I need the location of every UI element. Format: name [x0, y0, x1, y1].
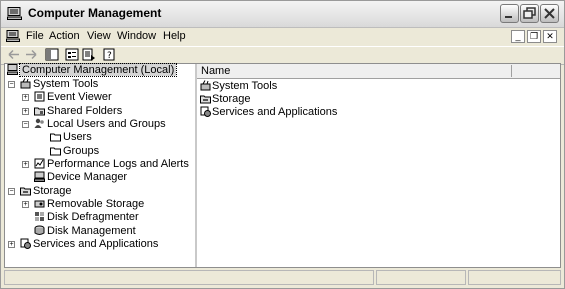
device-manager-icon [34, 171, 45, 182]
help-icon[interactable]: ? [103, 48, 117, 61]
export-list-icon[interactable] [82, 48, 96, 61]
menu-help[interactable]: Help [163, 30, 186, 42]
folder-icon [50, 147, 61, 156]
list-item-label: System Tools [212, 80, 278, 92]
mdi-close-button[interactable]: ✕ [543, 30, 557, 43]
menu-view[interactable]: View [87, 30, 111, 42]
menu-window[interactable]: Window [117, 30, 156, 42]
expand-toggle[interactable]: + [22, 201, 29, 208]
expand-toggle[interactable]: + [8, 241, 15, 248]
tree-item-label: Device Manager [47, 171, 128, 183]
tree-item-label: Shared Folders [47, 105, 123, 117]
restore-icon [523, 7, 536, 19]
name-column-header[interactable]: Name [197, 64, 560, 79]
defragmenter-icon [35, 212, 44, 221]
restore-icon: ❐ [529, 31, 539, 41]
tree-item-label: Groups [63, 145, 100, 157]
disk-management-icon [34, 225, 45, 235]
title-bar[interactable]: Computer Management [1, 1, 564, 28]
tree-item-label: Computer Management (Local) [18, 63, 178, 77]
details-pane: Name System Tools Storage Services and A… [197, 64, 560, 267]
shared-folder-icon [34, 107, 45, 116]
removable-storage-icon [34, 200, 45, 208]
tree-item-label: Event Viewer [47, 91, 112, 103]
properties-icon[interactable] [65, 48, 79, 61]
minimize-icon: _ [515, 31, 521, 41]
status-bar [4, 270, 561, 287]
back-arrow-icon[interactable] [7, 48, 21, 61]
menu-file[interactable]: File [26, 30, 44, 42]
expand-toggle[interactable]: + [22, 161, 29, 168]
tree-item-label: Users [63, 131, 92, 143]
svg-text:?: ? [107, 51, 112, 61]
maximize-button[interactable] [520, 4, 539, 23]
users-group-icon [34, 118, 44, 128]
tree-item-label: Disk Defragmenter [47, 211, 139, 223]
expand-toggle[interactable]: + [22, 108, 29, 115]
show-hide-tree-icon[interactable] [45, 48, 59, 61]
computer-icon[interactable] [6, 30, 20, 42]
main-panes: Computer Management (Local) − System Too… [4, 63, 561, 268]
storage-icon [200, 95, 211, 104]
list-item-label: Services and Applications [212, 106, 338, 118]
close-button[interactable] [540, 4, 559, 23]
tree-item-label: Performance Logs and Alerts [47, 158, 189, 170]
column-header-label: Name [201, 65, 231, 77]
close-icon: ✕ [546, 31, 554, 41]
mdi-minimize-button[interactable]: _ [511, 30, 525, 43]
computer-icon [7, 64, 18, 75]
event-viewer-icon [34, 91, 45, 102]
mdi-restore-button[interactable]: ❐ [527, 30, 541, 43]
menu-bar: File Action View Window Help _ ❐ ✕ [1, 28, 564, 45]
folder-icon [50, 133, 61, 142]
minimize-icon [505, 16, 512, 18]
collapse-toggle[interactable]: − [8, 188, 15, 195]
collapse-toggle[interactable]: − [22, 121, 29, 128]
tree-item-label: Local Users and Groups [47, 118, 166, 130]
computer-management-window: Computer Management File Action View Win… [0, 0, 565, 289]
list-item-label: Storage [212, 93, 251, 105]
status-panel-2 [376, 270, 466, 285]
computer-icon [7, 7, 22, 20]
tree-item-label: Disk Management [47, 225, 136, 237]
expand-toggle[interactable]: + [22, 94, 29, 101]
storage-icon [20, 187, 31, 196]
tree-item-label: Services and Applications [33, 238, 159, 250]
services-icon [200, 106, 211, 117]
system-tools-icon [200, 80, 211, 91]
console-tree: Computer Management (Local) − System Too… [5, 63, 197, 267]
menu-action[interactable]: Action [49, 30, 80, 42]
status-panel-main [4, 270, 374, 285]
column-divider[interactable] [511, 65, 512, 77]
window-title: Computer Management [28, 6, 162, 20]
minimize-button[interactable] [500, 4, 519, 23]
collapse-toggle[interactable]: − [8, 81, 15, 88]
tree-item-label: Removable Storage [47, 198, 145, 210]
status-panel-3 [468, 270, 561, 285]
close-icon [544, 8, 555, 19]
tree-item-label: Storage [33, 185, 72, 197]
tree-item-label: System Tools [33, 78, 99, 90]
services-icon [20, 238, 31, 249]
forward-arrow-icon[interactable] [24, 48, 38, 61]
performance-icon [34, 158, 45, 169]
system-tools-icon [20, 78, 31, 89]
